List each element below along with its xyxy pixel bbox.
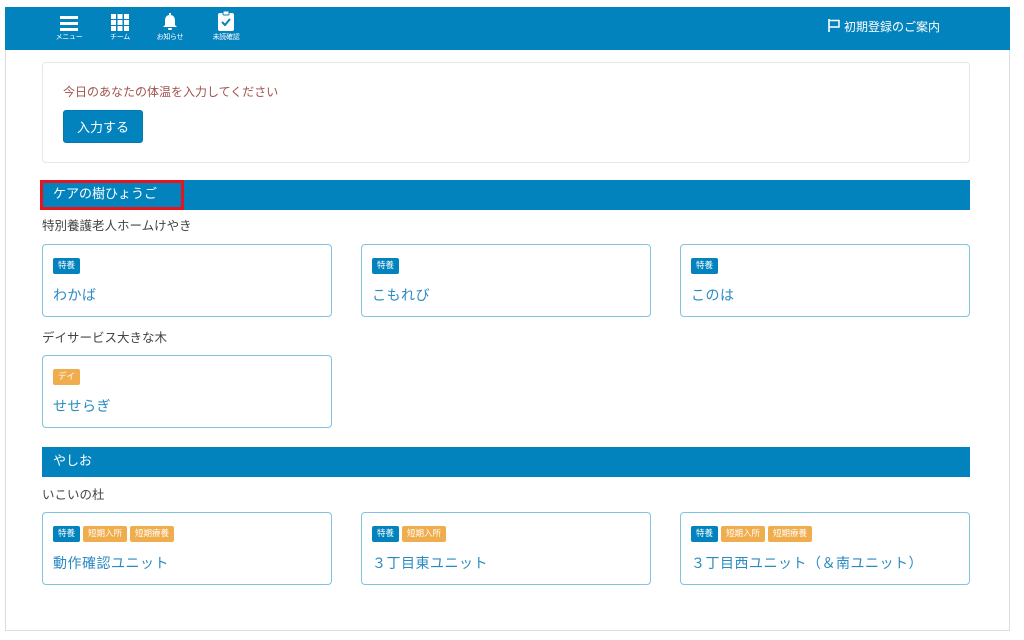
temperature-message: 今日のあなたの体温を入力してください xyxy=(63,85,279,99)
initial-registration-guide-link[interactable]: 初期登録のご案内 xyxy=(828,18,940,35)
nav-unread-label: 未読確認 xyxy=(212,33,240,41)
grid-icon xyxy=(96,9,144,31)
unit-name: こもれび xyxy=(372,288,430,304)
facility-name: デイサービス大きな木 xyxy=(42,330,168,345)
section-header: やしお xyxy=(42,447,970,477)
nav-menu[interactable]: メニュー xyxy=(45,9,93,49)
unit-card[interactable]: デイ せせらぎ xyxy=(42,355,332,428)
unit-tag: 特養 xyxy=(691,526,719,542)
unit-tag: 短期入所 xyxy=(402,526,447,542)
highlight-box xyxy=(40,180,184,210)
unit-name: ３丁目西ユニット（＆南ユニット） xyxy=(691,556,923,572)
unit-card[interactable]: 特養 このは xyxy=(680,244,970,317)
guide-link-label: 初期登録のご案内 xyxy=(843,20,940,34)
unit-tag: デイ xyxy=(53,369,81,385)
unit-name: わかば xyxy=(53,288,97,304)
unit-name: このは xyxy=(691,288,735,304)
menu-icon xyxy=(45,9,93,31)
clipboard-check-icon xyxy=(202,9,250,31)
flag-icon xyxy=(828,18,840,35)
unit-tag: 短期入所 xyxy=(83,526,128,542)
unit-card[interactable]: 特養 短期入所 短期療養 動作確認ユニット xyxy=(42,512,332,585)
nav-menu-label: メニュー xyxy=(55,33,83,41)
unit-tag: 特養 xyxy=(372,526,400,542)
bell-icon xyxy=(146,9,194,31)
nav-notifications-label: お知らせ xyxy=(156,33,184,41)
nav-team-label: チーム xyxy=(110,33,130,41)
nav-team[interactable]: チーム xyxy=(96,9,144,49)
unit-tag: 短期療養 xyxy=(768,526,813,542)
top-navbar: メニュー チーム お知らせ 未読確認 初期登録のご案内 xyxy=(5,7,1010,50)
enter-temperature-button[interactable]: 入力する xyxy=(63,110,143,143)
facility-name: 特別養護老人ホームけやき xyxy=(42,218,192,233)
unit-name: せせらぎ xyxy=(53,399,111,415)
nav-unread[interactable]: 未読確認 xyxy=(202,9,250,49)
unit-name: ３丁目東ユニット xyxy=(372,556,488,572)
unit-tag: 特養 xyxy=(372,258,400,274)
temperature-card: 今日のあなたの体温を入力してください 入力する xyxy=(42,62,970,163)
unit-tag: 特養 xyxy=(53,526,81,542)
unit-name: 動作確認ユニット xyxy=(53,556,169,572)
unit-tag: 特養 xyxy=(53,258,81,274)
unit-tag: 特養 xyxy=(691,258,719,274)
unit-card[interactable]: 特養 わかば xyxy=(42,244,332,317)
unit-card[interactable]: 特養 短期入所 ３丁目東ユニット xyxy=(361,512,651,585)
unit-card[interactable]: 特養 短期入所 短期療養 ３丁目西ユニット（＆南ユニット） xyxy=(680,512,970,585)
facility-name: いこいの杜 xyxy=(42,487,105,502)
unit-tag: 短期入所 xyxy=(721,526,766,542)
unit-card[interactable]: 特養 こもれび xyxy=(361,244,651,317)
unit-tag: 短期療養 xyxy=(130,526,175,542)
nav-notifications[interactable]: お知らせ xyxy=(146,9,194,49)
